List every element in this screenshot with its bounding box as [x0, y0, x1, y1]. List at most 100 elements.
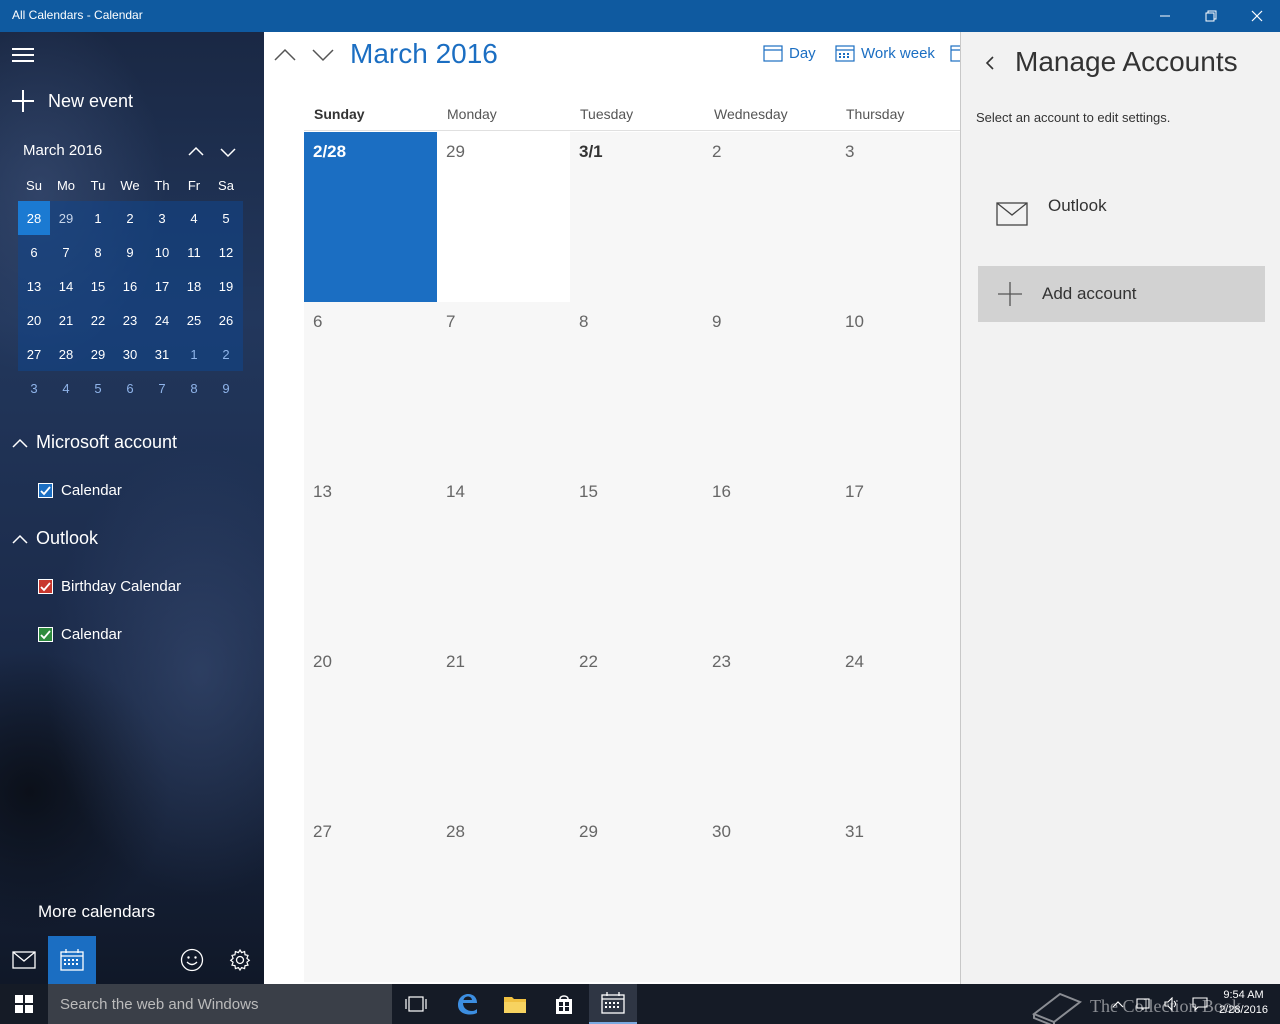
day-cell[interactable]: 31: [836, 812, 960, 982]
mini-calendar-title[interactable]: March 2016: [23, 142, 102, 159]
mini-day[interactable]: 6: [114, 371, 146, 405]
day-cell[interactable]: 10: [836, 302, 960, 472]
day-cell[interactable]: 22: [570, 642, 703, 812]
back-button[interactable]: [983, 54, 997, 72]
store-button[interactable]: [540, 984, 588, 1024]
day-cell[interactable]: 7: [437, 302, 570, 472]
mini-day[interactable]: 28: [50, 337, 82, 371]
checkbox-icon[interactable]: [38, 483, 53, 498]
restore-button[interactable]: [1188, 0, 1234, 32]
day-cell[interactable]: 23: [703, 642, 836, 812]
checkbox-icon[interactable]: [38, 579, 53, 594]
day-cell[interactable]: 15: [570, 472, 703, 642]
day-cell[interactable]: 2/28: [304, 132, 437, 302]
mini-day[interactable]: 20: [18, 303, 50, 337]
day-cell[interactable]: 20: [304, 642, 437, 812]
mini-day[interactable]: 22: [82, 303, 114, 337]
day-cell[interactable]: 6: [304, 302, 437, 472]
day-cell[interactable]: 29: [570, 812, 703, 982]
feedback-button[interactable]: [168, 936, 216, 984]
day-cell[interactable]: 17: [836, 472, 960, 642]
mini-day[interactable]: 18: [178, 269, 210, 303]
new-event-button[interactable]: New event: [12, 90, 133, 112]
checkbox-icon[interactable]: [38, 627, 53, 642]
day-cell[interactable]: 9: [703, 302, 836, 472]
search-input[interactable]: [48, 984, 392, 1024]
mini-day[interactable]: 7: [50, 235, 82, 269]
day-cell[interactable]: 13: [304, 472, 437, 642]
mini-day[interactable]: 2: [210, 337, 242, 371]
mini-day[interactable]: 2: [114, 201, 146, 235]
view-work-week-button[interactable]: Work week: [835, 44, 935, 62]
mini-day[interactable]: 9: [114, 235, 146, 269]
mini-day[interactable]: 5: [210, 201, 242, 235]
mini-next-month-button[interactable]: [216, 142, 240, 162]
day-cell[interactable]: 30: [703, 812, 836, 982]
calendar-item-birthday-calendar[interactable]: Birthday Calendar: [38, 578, 181, 595]
mini-prev-month-button[interactable]: [184, 142, 208, 162]
hamburger-menu-icon[interactable]: [12, 46, 36, 64]
view-week-button-partial[interactable]: [950, 44, 960, 62]
settings-button[interactable]: [216, 936, 264, 984]
mini-day[interactable]: 1: [178, 337, 210, 371]
mini-day[interactable]: 24: [146, 303, 178, 337]
mini-day[interactable]: 8: [178, 371, 210, 405]
day-cell[interactable]: 16: [703, 472, 836, 642]
mini-day[interactable]: 5: [82, 371, 114, 405]
mini-day[interactable]: 12: [210, 235, 242, 269]
previous-month-button[interactable]: [272, 44, 298, 66]
mini-day[interactable]: 11: [178, 235, 210, 269]
calendar-item-microsoft-calendar[interactable]: Calendar: [38, 482, 122, 499]
mini-day[interactable]: 1: [82, 201, 114, 235]
view-day-button[interactable]: Day: [763, 44, 816, 62]
mini-day[interactable]: 29: [50, 201, 82, 235]
mini-day[interactable]: 25: [178, 303, 210, 337]
day-cell[interactable]: 3/1: [570, 132, 703, 302]
add-account-button[interactable]: Add account: [978, 266, 1265, 322]
more-calendars-link[interactable]: More calendars: [38, 902, 155, 922]
mini-day[interactable]: 9: [210, 371, 242, 405]
next-month-button[interactable]: [310, 44, 336, 66]
mini-day[interactable]: 13: [18, 269, 50, 303]
calendar-item-outlook-calendar[interactable]: Calendar: [38, 626, 122, 643]
mini-day[interactable]: 17: [146, 269, 178, 303]
account-item-outlook[interactable]: Outlook: [978, 182, 1264, 242]
day-cell[interactable]: 28: [437, 812, 570, 982]
minimize-button[interactable]: [1142, 0, 1188, 32]
day-cell[interactable]: 27: [304, 812, 437, 982]
close-button[interactable]: [1234, 0, 1280, 32]
mini-day[interactable]: 14: [50, 269, 82, 303]
mini-day[interactable]: 30: [114, 337, 146, 371]
mini-day[interactable]: 4: [50, 371, 82, 405]
task-view-button[interactable]: [392, 984, 440, 1024]
day-cell[interactable]: 21: [437, 642, 570, 812]
mini-day[interactable]: 7: [146, 371, 178, 405]
mini-day[interactable]: 8: [82, 235, 114, 269]
mini-day[interactable]: 3: [146, 201, 178, 235]
mini-day[interactable]: 23: [114, 303, 146, 337]
month-title[interactable]: March 2016: [350, 38, 498, 70]
day-cell[interactable]: 8: [570, 302, 703, 472]
mail-button[interactable]: [0, 936, 48, 984]
mini-day[interactable]: 6: [18, 235, 50, 269]
mini-day[interactable]: 27: [18, 337, 50, 371]
mini-day[interactable]: 28: [18, 201, 50, 235]
taskbar-search[interactable]: [48, 984, 392, 1024]
mini-day[interactable]: 21: [50, 303, 82, 337]
day-cell[interactable]: 3: [836, 132, 960, 302]
mini-day[interactable]: 26: [210, 303, 242, 337]
mini-day[interactable]: 29: [82, 337, 114, 371]
day-cell[interactable]: 29: [437, 132, 570, 302]
day-cell[interactable]: 24: [836, 642, 960, 812]
day-cell[interactable]: 2: [703, 132, 836, 302]
mini-day[interactable]: 15: [82, 269, 114, 303]
edge-button[interactable]: [443, 984, 491, 1024]
mini-day[interactable]: 3: [18, 371, 50, 405]
mini-day[interactable]: 19: [210, 269, 242, 303]
day-cell[interactable]: 14: [437, 472, 570, 642]
mini-day[interactable]: 10: [146, 235, 178, 269]
group-microsoft-account[interactable]: Microsoft account: [12, 432, 177, 453]
mini-day[interactable]: 31: [146, 337, 178, 371]
file-explorer-button[interactable]: [491, 984, 539, 1024]
start-button[interactable]: [0, 984, 48, 1024]
